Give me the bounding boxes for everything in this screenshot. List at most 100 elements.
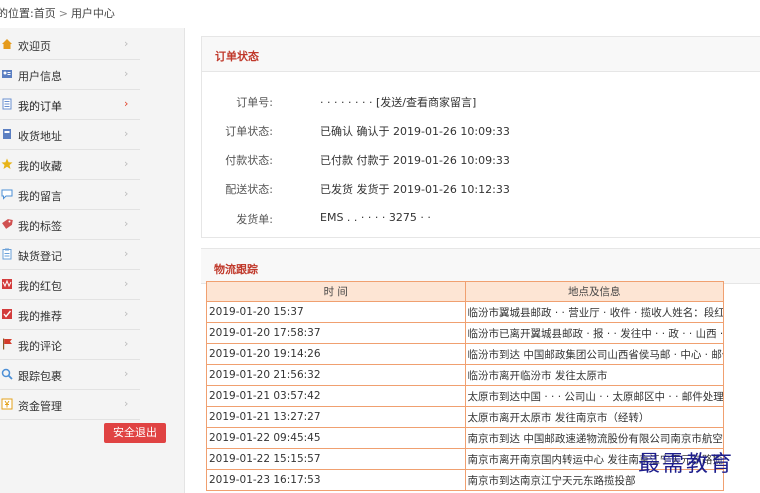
chevron-right-icon: › [124, 67, 129, 80]
chevron-right-icon: › [124, 37, 129, 50]
sidebar-item-user-info[interactable]: 用户信息 › [0, 60, 140, 90]
chevron-right-icon: › [124, 367, 129, 380]
table-row: 2019-01-20 19:14:26 临汾市到达 中国邮政集团公司山西省侯马邮 … [206, 343, 724, 365]
sidebar-item-address[interactable]: 收货地址 › [0, 120, 140, 150]
speech-bubble-icon [1, 189, 13, 200]
chevron-right-icon: › [124, 337, 129, 350]
breadcrumb: 的位置:首页 > 用户中心 [0, 0, 760, 28]
row-time: 2019-01-22 15:15:57 [206, 448, 466, 470]
star-icon [1, 158, 13, 169]
row-time: 2019-01-22 09:45:45 [206, 427, 466, 449]
invoice-value: EMS . . · · · · 3275 · · [320, 211, 431, 224]
sidebar-item-welcome[interactable]: 欢迎页 › [0, 30, 140, 60]
row-info: 太原市离开太原市 发往南京市（经转） [464, 406, 724, 428]
sidebar-item-track-package[interactable]: 跟踪包裹 › [0, 360, 140, 390]
sidebar-item-label: 我的收藏 [18, 160, 62, 173]
row-time: 2019-01-20 15:37 [206, 301, 466, 323]
package-search-icon [1, 368, 13, 380]
sidebar-item-label: 我的订单 [18, 100, 62, 113]
logistics-title: 物流跟踪 [214, 263, 258, 276]
sidebar-item-recommend[interactable]: 我的推荐 › [0, 300, 140, 330]
sidebar-item-label: 跟踪包裹 [18, 370, 62, 383]
wallet-icon [1, 398, 13, 410]
red-envelope-icon [2, 279, 12, 289]
sidebar-item-red-packets[interactable]: 我的红包 › [0, 270, 140, 300]
order-number-label: 订单号: [236, 96, 273, 109]
row-info: 太原市到达中国 · · · 公司山 · · 太原邮区中 · · 邮件处理中心处理… [464, 385, 724, 407]
row-info: 临汾市到达 中国邮政集团公司山西省侯马邮 · 中心 · 邮件处理中心 处理中心 [464, 343, 724, 365]
row-time: 2019-01-21 03:57:42 [206, 385, 466, 407]
row-time: 2019-01-20 21:56:32 [206, 364, 466, 386]
main-content: 订单状态 订单号: · · · · · · · · [发送/查看商家留言] 订单… [193, 28, 760, 493]
logout-button[interactable]: 安全退出 [104, 423, 166, 443]
sidebar-item-my-orders[interactable]: 我的订单 › [0, 90, 140, 120]
shipping-state-label: 配送状态: [225, 183, 273, 196]
order-status-header: 订单状态 [202, 37, 760, 72]
sidebar: 欢迎页 › 用户信息 › 我的订单 › 收货地址 › 我的收藏 › 我的留言 ›… [0, 28, 185, 493]
chevron-right-icon: › [124, 247, 129, 260]
recommend-icon [2, 309, 12, 319]
clipboard-icon [2, 248, 12, 260]
table-header-row: 时 间 地点及信息 [206, 281, 724, 302]
sidebar-item-label: 用户信息 [18, 70, 62, 83]
tag-icon [2, 219, 13, 229]
order-state-row: 订单状态: 已确认 确认于 2019-01-26 10:09:33 [202, 123, 760, 138]
column-header-info: 地点及信息 [464, 281, 724, 302]
sidebar-item-funds[interactable]: 资金管理 › [0, 390, 140, 420]
invoice-label: 发货单: [236, 213, 273, 226]
chevron-right-icon: › [124, 277, 129, 290]
chevron-right-icon: › [124, 187, 129, 200]
row-time: 2019-01-21 13:27:27 [206, 406, 466, 428]
payment-state-row: 付款状态: 已付款 付款于 2019-01-26 10:09:33 [202, 152, 760, 167]
chevron-right-icon: › [124, 97, 129, 110]
sidebar-item-label: 资金管理 [18, 400, 62, 413]
payment-state-value: 已付款 付款于 2019-01-26 10:09:33 [320, 154, 510, 167]
comment-flag-icon [3, 338, 12, 350]
chevron-right-icon: › [124, 307, 129, 320]
breadcrumb-home-link[interactable]: 首页 [34, 7, 56, 20]
shipping-state-value: 已发货 发货于 2019-01-26 10:12:33 [320, 183, 510, 196]
order-doc-icon [2, 98, 12, 110]
table-row: 2019-01-20 21:56:32 临汾市离开临汾市 发往太原市 [206, 364, 724, 386]
sidebar-item-label: 缺货登记 [18, 250, 62, 263]
watermark-logo: 最需教育 [638, 452, 735, 477]
chevron-right-icon: › [124, 157, 129, 170]
order-number-row: 订单号: · · · · · · · · [发送/查看商家留言] [202, 94, 760, 110]
table-row: 2019-01-21 03:57:42 太原市到达中国 · · · 公司山 · ·… [206, 385, 724, 407]
chevron-right-icon: › [124, 397, 129, 410]
order-number-value[interactable]: · · · · · · · · [发送/查看商家留言] [320, 94, 476, 110]
chevron-right-icon: › [124, 127, 129, 140]
order-status-panel: 订单状态 订单号: · · · · · · · · [发送/查看商家留言] 订单… [201, 36, 760, 238]
sidebar-item-label: 我的标签 [18, 220, 62, 233]
sidebar-item-label: 收货地址 [18, 130, 62, 143]
sidebar-item-label: 我的红包 [18, 280, 62, 293]
row-info: 临汾市已离开翼城县邮政 · 报 · · 发往中 · · 政 · · 山西 · ·… [464, 322, 724, 344]
sidebar-item-messages[interactable]: 我的留言 › [0, 180, 140, 210]
sidebar-item-comments[interactable]: 我的评论 › [0, 330, 140, 360]
row-time: 2019-01-20 19:14:26 [206, 343, 466, 365]
row-info: 临汾市离开临汾市 发往太原市 [464, 364, 724, 386]
table-row: 2019-01-20 15:37 临汾市翼城县邮政 · · 营业厅 · 收件 · … [206, 301, 724, 323]
sidebar-item-label: 我的推荐 [18, 310, 62, 323]
order-status-title: 订单状态 [215, 50, 259, 63]
logistics-header: 物流跟踪 [201, 248, 760, 284]
shipping-state-row: 配送状态: 已发货 发货于 2019-01-26 10:12:33 [202, 181, 760, 196]
breadcrumb-separator: > [58, 7, 68, 20]
invoice-row: 发货单: EMS . . · · · · 3275 · · [202, 211, 760, 226]
sidebar-item-favorites[interactable]: 我的收藏 › [0, 150, 140, 180]
row-time: 2019-01-20 17:58:37 [206, 322, 466, 344]
row-info: 临汾市翼城县邮政 · · 营业厅 · 收件 · 揽收人姓名：段红线,联系电话：) [464, 301, 724, 323]
breadcrumb-current: 用户中心 [70, 7, 115, 20]
payment-state-label: 付款状态: [225, 154, 273, 167]
sidebar-item-label: 我的评论 [18, 340, 62, 353]
sidebar-item-label: 欢迎页 [18, 40, 51, 53]
order-state-label: 订单状态: [225, 125, 273, 138]
sidebar-item-tags[interactable]: 我的标签 › [0, 210, 140, 240]
table-row: 2019-01-21 13:27:27 太原市离开太原市 发往南京市（经转） [206, 406, 724, 428]
address-book-icon [3, 129, 11, 139]
sidebar-item-stockout[interactable]: 缺货登记 › [0, 240, 140, 270]
order-state-value: 已确认 确认于 2019-01-26 10:09:33 [320, 125, 510, 138]
chevron-right-icon: › [124, 217, 129, 230]
sidebar-item-label: 我的留言 [18, 190, 62, 203]
row-time: 2019-01-23 16:17:53 [206, 469, 466, 491]
